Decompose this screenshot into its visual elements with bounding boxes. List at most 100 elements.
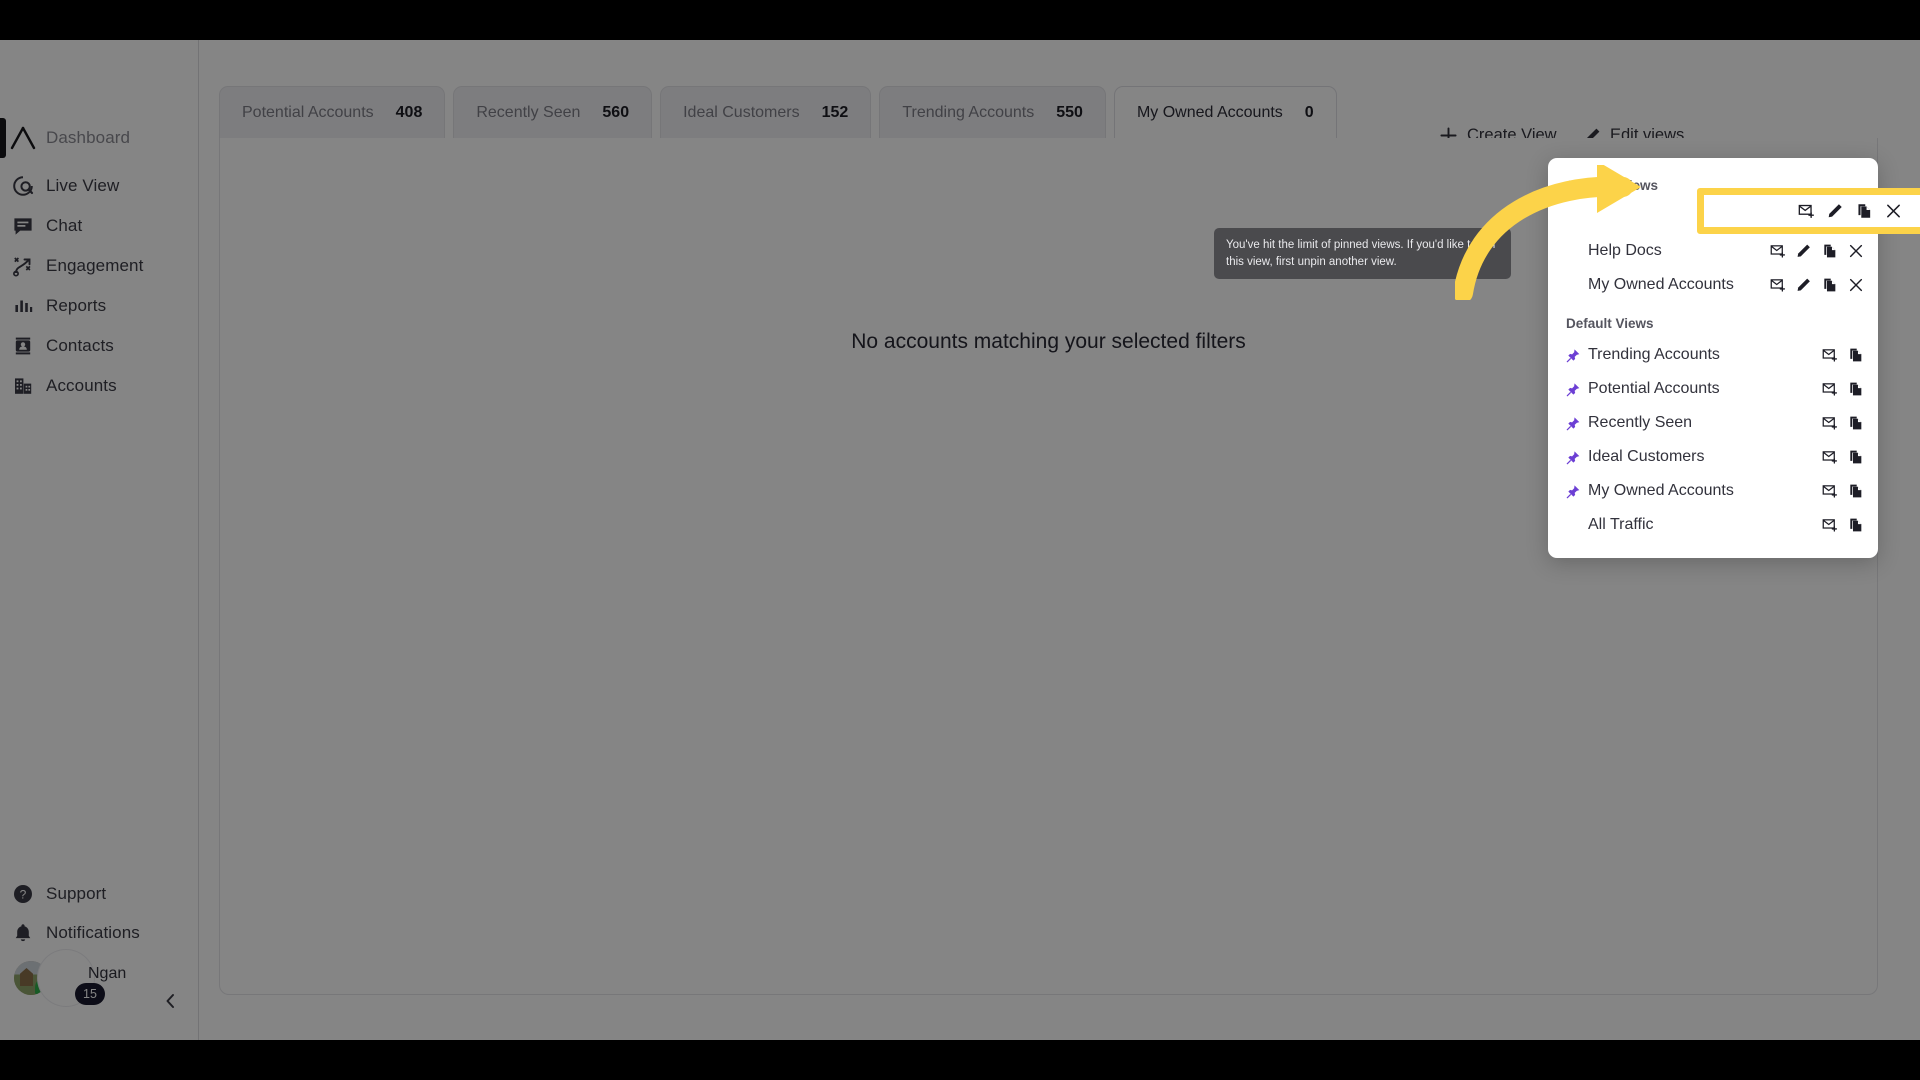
email-add-icon[interactable] xyxy=(1822,381,1838,397)
email-add-button[interactable] xyxy=(1769,243,1786,260)
pin-icon[interactable] xyxy=(1566,416,1581,431)
email-add-button[interactable] xyxy=(1798,203,1815,220)
view-row-actions xyxy=(1821,449,1864,466)
view-tab[interactable]: Recently Seen 560 xyxy=(453,86,653,138)
copy-icon[interactable] xyxy=(1848,347,1864,363)
pin-icon[interactable] xyxy=(1566,484,1581,499)
view-list-item[interactable]: Ideal Customers xyxy=(1548,440,1878,474)
view-tab-count: 152 xyxy=(821,103,849,121)
email-add-icon[interactable] xyxy=(1822,415,1838,431)
pin-icon[interactable] xyxy=(1566,450,1588,465)
notification-badge[interactable]: 15 xyxy=(75,983,105,1005)
view-row-actions xyxy=(1821,415,1864,432)
copy-button[interactable] xyxy=(1856,203,1873,220)
sidebar-active-indicator xyxy=(0,118,6,158)
view-tab[interactable]: Potential Accounts 408 xyxy=(219,86,446,138)
view-tab-label: Recently Seen xyxy=(476,103,581,121)
close-button[interactable] xyxy=(1847,243,1864,260)
email-add-button[interactable] xyxy=(1821,381,1838,398)
copy-icon[interactable] xyxy=(1822,243,1838,259)
view-list-item-label: All Traffic xyxy=(1588,516,1654,533)
live-view-icon xyxy=(0,175,46,197)
close-icon[interactable] xyxy=(1885,203,1902,220)
view-tab[interactable]: Trending Accounts 550 xyxy=(879,86,1106,138)
copy-button[interactable] xyxy=(1821,243,1838,260)
sidebar-item-chat[interactable]: Chat xyxy=(0,206,199,246)
topbar: Potential Accounts 408 Recently Seen 560 Ide… xyxy=(199,40,1920,144)
pin-icon[interactable] xyxy=(1566,382,1588,397)
sidebar-item-contacts[interactable]: Contacts xyxy=(0,326,199,366)
email-add-icon[interactable] xyxy=(1770,277,1786,293)
close-button[interactable] xyxy=(1847,277,1864,294)
pin-icon[interactable] xyxy=(1566,416,1588,431)
view-list-item[interactable]: Potential Accounts xyxy=(1548,372,1878,406)
engagement-icon xyxy=(0,255,46,277)
copy-icon[interactable] xyxy=(1856,203,1873,220)
view-tab[interactable]: Ideal Customers 152 xyxy=(660,86,872,138)
email-add-icon[interactable] xyxy=(1822,517,1838,533)
view-list-item[interactable]: Trending Accounts xyxy=(1548,338,1878,372)
view-list-item-label: Recently Seen xyxy=(1588,414,1693,431)
sidebar-item-reports[interactable]: Reports xyxy=(0,286,199,326)
view-list-item-label: Ideal Customers xyxy=(1588,448,1705,465)
email-add-icon[interactable] xyxy=(1822,449,1838,465)
copy-icon[interactable] xyxy=(1822,277,1838,293)
email-add-icon[interactable] xyxy=(1822,483,1838,499)
email-add-icon[interactable] xyxy=(1822,347,1838,363)
pencil-button[interactable] xyxy=(1827,203,1844,220)
pencil-icon[interactable] xyxy=(1796,277,1812,293)
close-icon[interactable] xyxy=(1848,277,1864,293)
copy-icon[interactable] xyxy=(1848,517,1864,533)
copy-button[interactable] xyxy=(1847,483,1864,500)
svg-text:?: ? xyxy=(20,888,27,902)
sidebar-item-label: Chat xyxy=(46,216,83,235)
close-icon[interactable] xyxy=(1848,243,1864,259)
curved-arrow-annotation xyxy=(1455,165,1641,300)
email-add-button[interactable] xyxy=(1821,517,1838,534)
email-add-button[interactable] xyxy=(1821,347,1838,364)
copy-icon[interactable] xyxy=(1848,381,1864,397)
copy-icon[interactable] xyxy=(1848,415,1864,431)
pin-icon[interactable] xyxy=(1566,348,1581,363)
pin-icon[interactable] xyxy=(1566,450,1581,465)
email-add-button[interactable] xyxy=(1769,277,1786,294)
sidebar-item-support[interactable]: ? Support xyxy=(0,874,199,914)
copy-icon[interactable] xyxy=(1848,449,1864,465)
copy-icon[interactable] xyxy=(1848,483,1864,499)
pin-icon[interactable] xyxy=(1566,484,1588,499)
sidebar-item-accounts[interactable]: Accounts xyxy=(0,366,199,406)
pencil-icon[interactable] xyxy=(1796,243,1812,259)
copy-button[interactable] xyxy=(1847,449,1864,466)
email-add-button[interactable] xyxy=(1821,449,1838,466)
email-add-icon[interactable] xyxy=(1770,243,1786,259)
close-button[interactable] xyxy=(1885,203,1902,220)
email-add-icon[interactable] xyxy=(1798,203,1815,220)
view-row-actions xyxy=(1769,243,1864,260)
view-row-actions xyxy=(1769,277,1864,294)
pin-icon[interactable] xyxy=(1566,382,1581,397)
view-list-item-label: Trending Accounts xyxy=(1588,346,1720,363)
copy-button[interactable] xyxy=(1847,381,1864,398)
copy-button[interactable] xyxy=(1847,347,1864,364)
view-list-item[interactable]: Recently Seen xyxy=(1548,406,1878,440)
copy-button[interactable] xyxy=(1847,517,1864,534)
pencil-button[interactable] xyxy=(1795,277,1812,294)
sidebar-item-dashboard[interactable]: Dashboard xyxy=(0,118,199,158)
view-row-actions xyxy=(1821,381,1864,398)
sidebar-item-live-view[interactable]: Live View xyxy=(0,166,199,206)
view-list-item[interactable]: All Traffic xyxy=(1548,508,1878,542)
email-add-button[interactable] xyxy=(1821,483,1838,500)
sidebar-item-label: Support xyxy=(46,884,107,903)
highlighted-row-actions[interactable] xyxy=(1798,203,1902,220)
copy-button[interactable] xyxy=(1847,415,1864,432)
pencil-button[interactable] xyxy=(1795,243,1812,260)
sidebar-item-engagement[interactable]: Engagement xyxy=(0,246,199,286)
collapse-sidebar-button[interactable] xyxy=(157,988,183,1014)
view-tab[interactable]: My Owned Accounts 0 xyxy=(1113,86,1337,138)
triangle-logo-icon xyxy=(0,126,46,150)
view-list-item[interactable]: My Owned Accounts xyxy=(1548,474,1878,508)
email-add-button[interactable] xyxy=(1821,415,1838,432)
pencil-icon[interactable] xyxy=(1827,203,1844,220)
pin-icon[interactable] xyxy=(1566,348,1588,363)
copy-button[interactable] xyxy=(1821,277,1838,294)
